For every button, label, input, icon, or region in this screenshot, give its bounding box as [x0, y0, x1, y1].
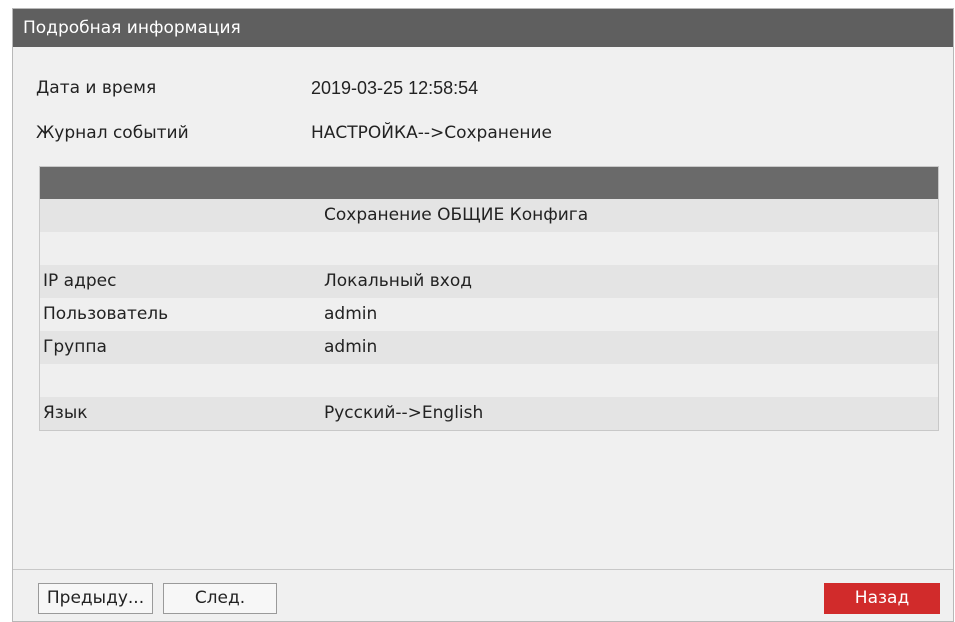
table-row: Пользователь admin	[40, 298, 938, 331]
table-row: Сохранение ОБЩИЕ Конфига	[40, 199, 938, 232]
event-log-label: Журнал событий	[36, 123, 189, 143]
event-details-table: Сохранение ОБЩИЕ Конфига IP адрес Локаль…	[39, 166, 939, 431]
next-button[interactable]: След.	[163, 583, 277, 614]
datetime-value: 2019-03-25 12:58:54	[311, 78, 479, 98]
row-label: Язык	[43, 403, 88, 423]
row-value: Локальный вход	[324, 271, 472, 291]
row-label: Группа	[43, 337, 107, 357]
table-row: Язык Русский-->English	[40, 397, 938, 430]
table-row: Группа admin	[40, 331, 938, 364]
detail-info-dialog: Подробная информация Дата и время 2019-0…	[12, 8, 954, 622]
dialog-title: Подробная информация	[13, 9, 953, 47]
event-log-value: НАСТРОЙКА-->Сохранение	[311, 123, 552, 143]
footer-divider	[13, 569, 953, 570]
previous-button[interactable]: Предыду...	[38, 583, 153, 614]
table-row	[40, 364, 938, 397]
table-row: IP адрес Локальный вход	[40, 265, 938, 298]
row-value: admin	[324, 304, 378, 324]
row-value: Сохранение ОБЩИЕ Конфига	[324, 205, 589, 225]
table-row	[40, 232, 938, 265]
back-button[interactable]: Назад	[824, 583, 940, 614]
table-header	[40, 167, 938, 199]
row-value: Русский-->English	[324, 403, 484, 423]
row-label: Пользователь	[43, 304, 169, 324]
row-label: IP адрес	[43, 271, 117, 291]
datetime-label: Дата и время	[36, 78, 157, 98]
row-value: admin	[324, 337, 378, 357]
